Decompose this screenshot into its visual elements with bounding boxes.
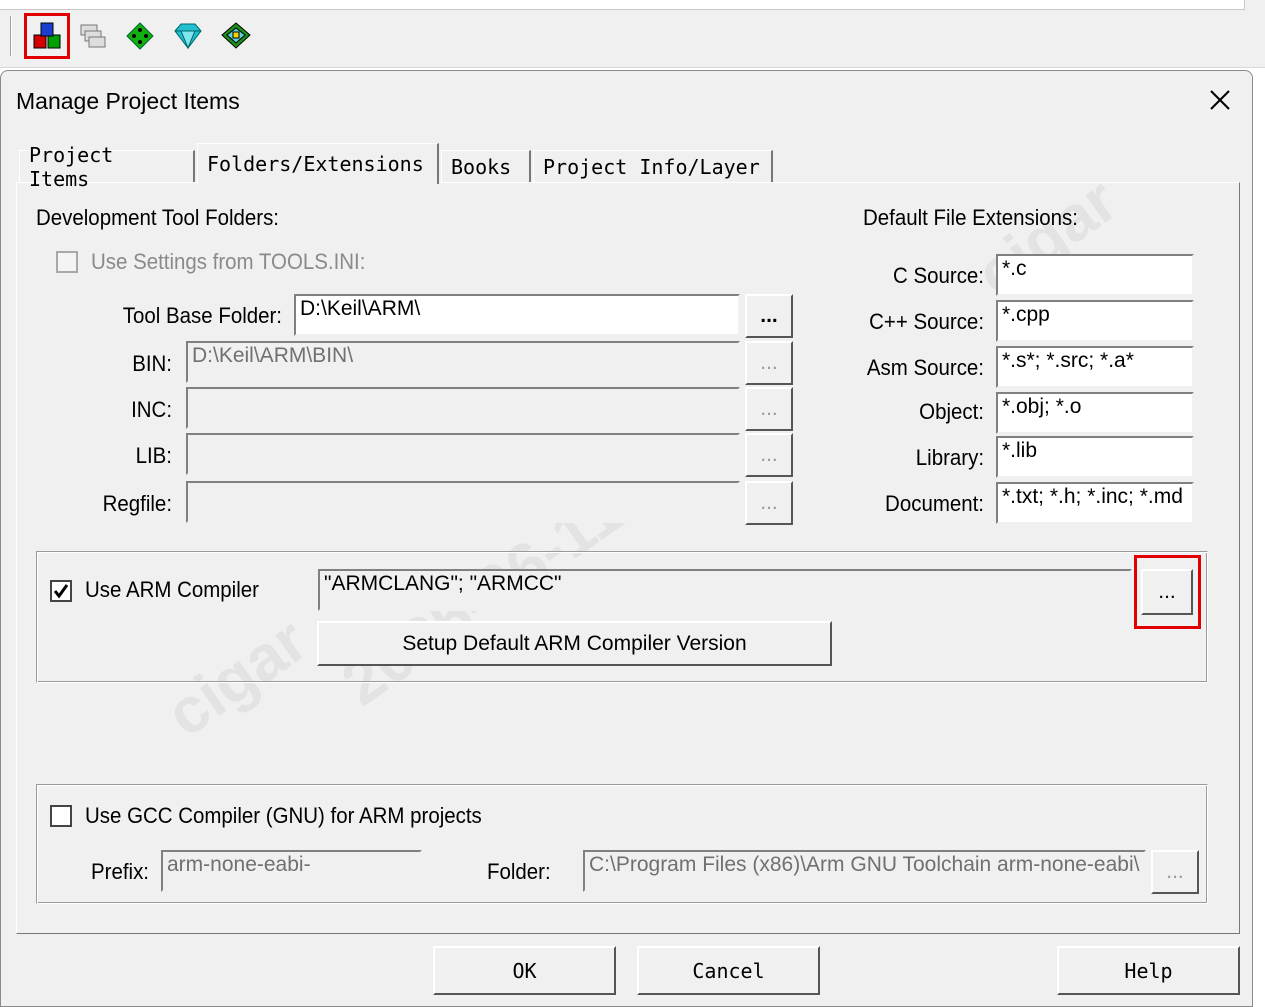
gcc-folder-browse-button[interactable]: ...: [1151, 850, 1199, 894]
help-button[interactable]: Help: [1057, 946, 1240, 995]
ok-button[interactable]: OK: [433, 946, 616, 995]
dev-tool-folders-heading: Development Tool Folders:: [36, 205, 280, 230]
arm-compiler-browse-highlight: [1134, 555, 1201, 629]
tool-base-folder-label: Tool Base Folder:: [122, 303, 282, 328]
project-items-icon: [33, 22, 61, 49]
use-gcc-compiler-checkbox[interactable]: [50, 805, 72, 827]
pack-installer-icon: [221, 22, 251, 49]
pack-installer-button[interactable]: [216, 16, 256, 56]
lib-label: LIB:: [135, 443, 172, 468]
gcc-folder-input[interactable]: C:\Program Files (x86)\Arm GNU Toolchain…: [583, 850, 1146, 892]
use-arm-compiler-checkbox[interactable]: [50, 580, 72, 602]
close-icon: [1210, 90, 1230, 110]
c-source-ext-input[interactable]: *.c: [996, 254, 1194, 296]
green-diamond-button[interactable]: [120, 16, 160, 56]
document-label: Document:: [885, 491, 984, 516]
bin-browse-button[interactable]: ...: [745, 341, 793, 385]
setup-default-arm-compiler-button[interactable]: Setup Default ARM Compiler Version: [317, 621, 832, 666]
cancel-button[interactable]: Cancel: [637, 946, 820, 995]
use-arm-compiler-label: Use ARM Compiler: [85, 577, 259, 602]
dialog-title: Manage Project Items: [16, 88, 240, 114]
cyan-diamond-icon: [174, 23, 202, 50]
c-source-label: C Source:: [893, 263, 984, 288]
checkmark-icon: [53, 584, 69, 599]
close-button[interactable]: [1200, 82, 1240, 118]
inc-browse-button[interactable]: ...: [745, 387, 793, 431]
use-gcc-compiler-label: Use GCC Compiler (GNU) for ARM projects: [85, 803, 482, 828]
regfile-input[interactable]: [186, 481, 740, 523]
tool-base-folder-input[interactable]: D:\Keil\ARM\: [294, 294, 740, 336]
use-tools-ini-checkbox[interactable]: [56, 251, 78, 273]
object-ext-input[interactable]: *.obj; *.o: [996, 392, 1194, 434]
tab-books[interactable]: Books: [441, 150, 531, 182]
lib-browse-button[interactable]: ...: [745, 433, 793, 477]
asm-source-ext-input[interactable]: *.s*; *.src; *.a*: [996, 346, 1194, 388]
green-diamond-icon: [126, 22, 154, 50]
document-ext-input[interactable]: *.txt; *.h; *.inc; *.md: [996, 482, 1194, 524]
object-label: Object:: [919, 399, 984, 424]
asm-source-label: Asm Source:: [866, 355, 984, 380]
cpp-source-ext-input[interactable]: *.cpp: [996, 300, 1194, 342]
regfile-label: Regfile:: [102, 491, 172, 516]
cpp-source-label: C++ Source:: [869, 309, 984, 334]
tool-base-folder-browse-button[interactable]: ...: [745, 294, 793, 338]
bin-label: BIN:: [132, 351, 172, 376]
inc-folder-input[interactable]: [186, 387, 740, 429]
gcc-prefix-input[interactable]: arm-none-eabi-: [161, 850, 422, 892]
toolbar-top-strip: [0, 0, 1245, 10]
cyan-diamond-button[interactable]: [168, 16, 208, 56]
library-ext-input[interactable]: *.lib: [996, 436, 1194, 478]
use-tools-ini-label: Use Settings from TOOLS.INI:: [91, 249, 366, 274]
gcc-prefix-label: Prefix:: [91, 859, 149, 884]
regfile-browse-button[interactable]: ...: [745, 481, 793, 525]
toolbar-separator: [10, 16, 12, 56]
bin-folder-input[interactable]: D:\Keil\ARM\BIN\: [186, 341, 740, 383]
window-layout-button[interactable]: [72, 16, 112, 56]
tab-project-info-layer[interactable]: Project Info/Layer: [533, 150, 773, 182]
file-extensions-heading: Default File Extensions:: [863, 205, 1078, 230]
tab-folders-extensions[interactable]: Folders/Extensions: [197, 143, 439, 184]
project-items-button[interactable]: [24, 13, 70, 59]
library-label: Library:: [915, 445, 984, 470]
inc-label: INC:: [131, 397, 172, 422]
tab-project-items[interactable]: Project Items: [19, 143, 195, 191]
lib-folder-input[interactable]: [186, 433, 740, 475]
gcc-folder-label: Folder:: [487, 859, 551, 884]
arm-compiler-input[interactable]: "ARMCLANG"; "ARMCC": [318, 569, 1132, 611]
multi-window-icon: [80, 24, 106, 48]
